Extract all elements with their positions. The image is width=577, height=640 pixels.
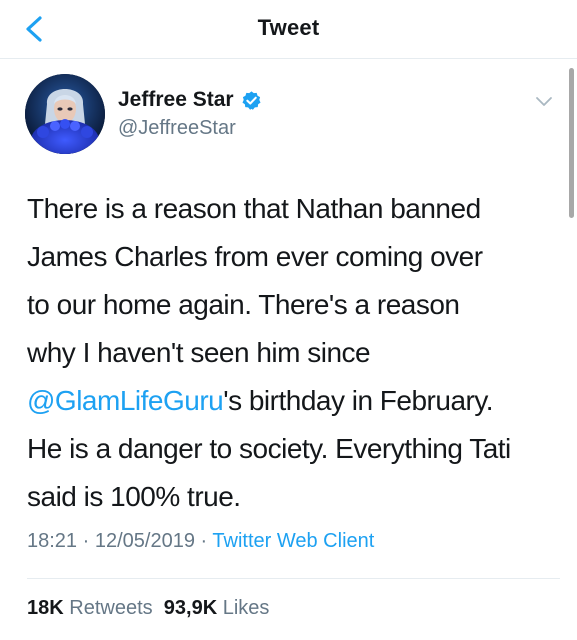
navigation-bar: Tweet [0,0,577,59]
meta-separator: · [200,530,208,552]
avatar[interactable] [25,74,105,154]
chevron-down-icon[interactable] [535,95,553,109]
tweet-line-text: 's birthday in February. [223,385,494,416]
divider [27,578,560,579]
likes-stat[interactable]: 93,9K Likes [164,597,270,619]
tweet-date: 12/05/2019 [94,530,195,552]
tweet-meta: 18:21 · 12/05/2019 · Twitter Web Client [27,530,374,553]
mention-link[interactable]: @GlamLifeGuru [27,385,224,416]
verified-badge-icon [242,90,261,110]
tweet-text: There is a reason that Nathan banned Jam… [27,185,547,521]
author-name[interactable]: Jeffree Star [118,88,234,112]
tweet-line: There is a reason that Nathan banned [27,193,481,224]
retweets-stat[interactable]: 18K Retweets [27,597,153,619]
client-link[interactable]: Twitter Web Client [212,530,374,552]
tweet-line: James Charles from ever coming over [27,241,483,272]
tweet-time: 18:21 [27,530,78,552]
likes-label: Likes [222,597,270,619]
author-name-row[interactable]: Jeffree Star [118,88,262,112]
tweet-stats: 18K Retweets 93,9K Likes [27,597,269,620]
likes-count: 93,9K [163,597,218,619]
tweet-line: @GlamLifeGuru's birthday in February. [27,377,547,425]
author-handle[interactable]: @JeffreeStar [118,117,236,140]
tweet-line: He is a danger to society. Everything Ta… [27,433,511,464]
meta-separator: · [82,530,90,552]
tweet-line: why I haven't seen him since [27,337,371,368]
tweet-line: said is 100% true. [27,481,241,512]
avatar-image [25,74,105,154]
tweet-line: to our home again. There's a reason [27,289,460,320]
scrollbar[interactable] [569,68,574,218]
page-title: Tweet [257,15,320,40]
retweets-label: Retweets [69,597,153,619]
retweets-count: 18K [27,597,64,619]
